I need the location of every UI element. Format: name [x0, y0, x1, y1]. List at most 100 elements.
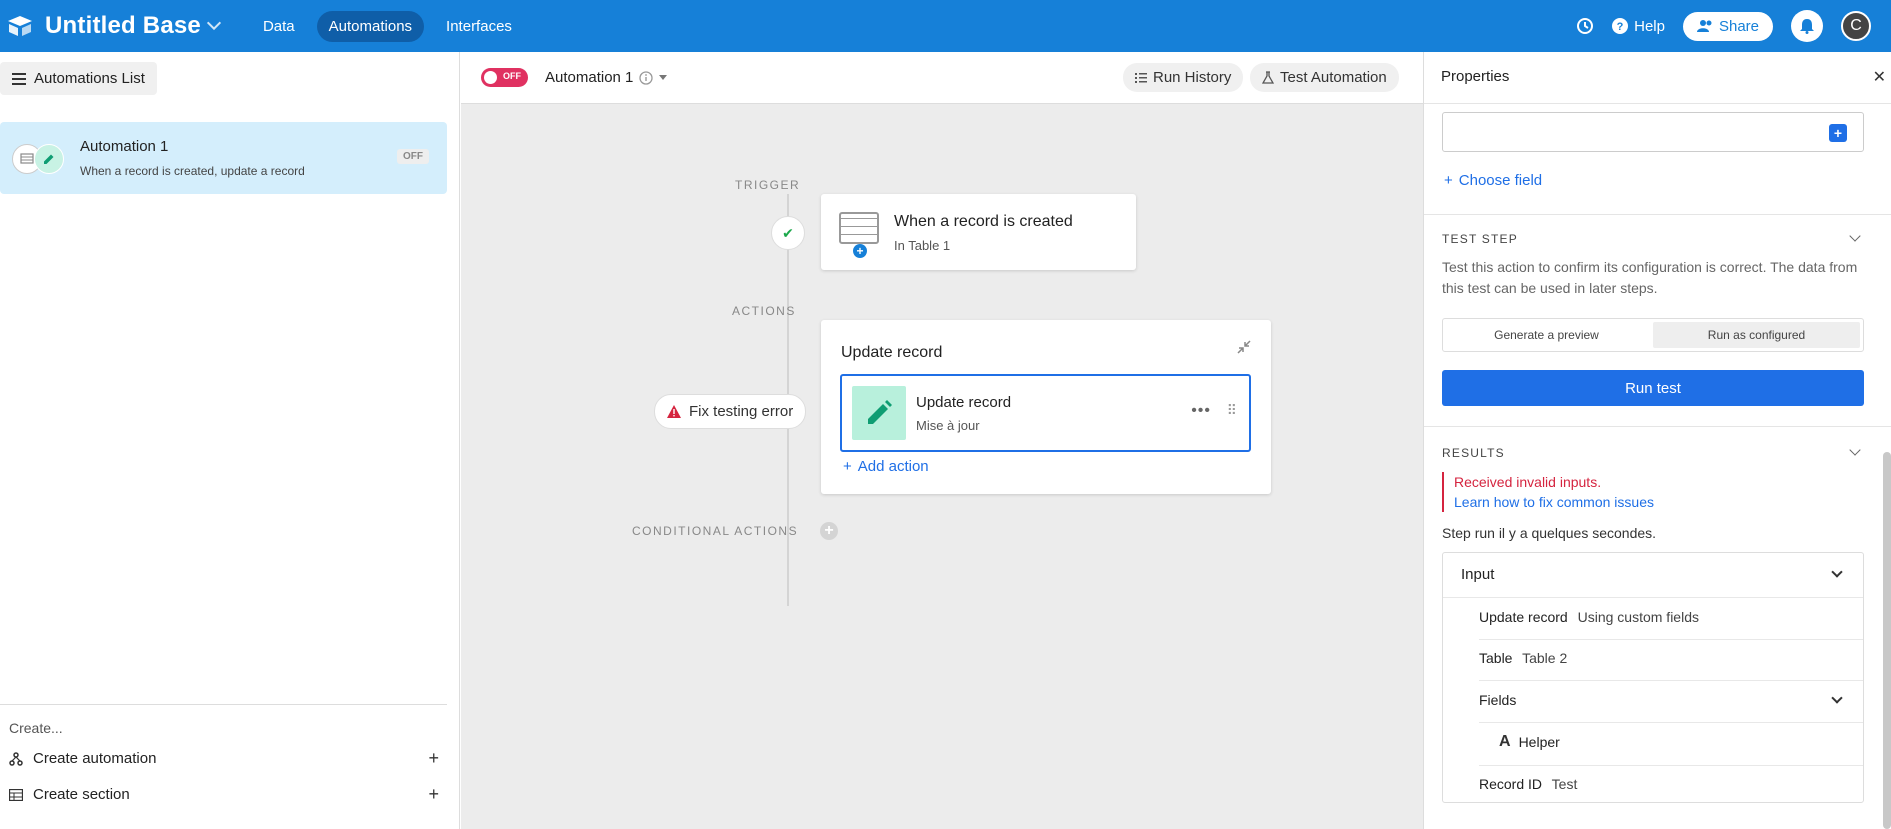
- create-section-label: Create section: [33, 786, 130, 803]
- divider: [1424, 426, 1891, 427]
- row-divider: [1443, 597, 1863, 598]
- table-icon: [839, 212, 879, 244]
- add-field-icon[interactable]: +: [1829, 124, 1847, 142]
- properties-title: Properties: [1441, 68, 1510, 85]
- chevron-down-icon[interactable]: [1831, 566, 1843, 578]
- flask-icon: [1262, 70, 1274, 84]
- properties-header: Properties ✕: [1424, 52, 1891, 104]
- share-button[interactable]: Share: [1682, 11, 1773, 41]
- input-row-update-record: Update record Using custom fields: [1479, 609, 1863, 625]
- create-label: Create...: [9, 720, 63, 736]
- top-bar: Untitled Base Data Automations Interface…: [0, 0, 1891, 52]
- automation-title[interactable]: Automation 1: [545, 69, 668, 86]
- automations-sidebar: Automations List Automation 1 When a rec…: [0, 52, 460, 829]
- test-step-heading: TEST STEP: [1442, 232, 1518, 246]
- input-row-table: Table Table 2: [1479, 650, 1863, 666]
- drag-handle-icon[interactable]: ⠿: [1227, 402, 1237, 419]
- collapse-icon[interactable]: [1237, 340, 1251, 357]
- run-test-button[interactable]: Run test: [1442, 370, 1864, 406]
- toggle-knob: [484, 71, 497, 84]
- error-text: Received invalid inputs.: [1454, 474, 1602, 490]
- sidebar-divider: [0, 704, 447, 705]
- chevron-down-icon[interactable]: [1849, 230, 1861, 242]
- share-label: Share: [1718, 17, 1759, 35]
- automation-header: OFF Automation 1 Run History Test Automa…: [461, 52, 1423, 104]
- close-icon[interactable]: ✕: [1873, 67, 1886, 87]
- row-key: Update record: [1479, 609, 1568, 625]
- help-label: Help: [1634, 17, 1665, 35]
- notifications-button[interactable]: [1791, 10, 1823, 42]
- add-conditional-icon[interactable]: +: [820, 522, 838, 540]
- svg-text:?: ?: [1617, 21, 1624, 33]
- automations-list-button[interactable]: Automations List: [0, 62, 157, 95]
- avatar[interactable]: C: [1841, 11, 1871, 41]
- error-block: Received invalid inputs. Learn how to fi…: [1442, 472, 1654, 512]
- results-heading: RESULTS: [1442, 446, 1505, 460]
- caret-down-icon: [659, 74, 668, 80]
- step-subtitle: Mise à jour: [916, 418, 980, 433]
- test-automation-button[interactable]: Test Automation: [1250, 63, 1399, 92]
- scrollbar[interactable]: [1883, 452, 1891, 829]
- row-divider: [1479, 765, 1863, 766]
- run-history-button[interactable]: Run History: [1123, 63, 1244, 92]
- input-section: Input Update record Using custom fields …: [1442, 552, 1864, 803]
- input-row-helper: A Helper: [1499, 733, 1883, 751]
- step-title: Update record: [916, 394, 1012, 411]
- create-automation-label: Create automation: [33, 750, 157, 767]
- row-value: Table 2: [1522, 650, 1568, 666]
- trigger-card[interactable]: + When a record is created In Table 1: [821, 194, 1136, 270]
- more-options-icon[interactable]: •••: [1191, 402, 1211, 420]
- input-heading[interactable]: Input: [1461, 566, 1494, 583]
- test-step-description: Test this action to confirm its configur…: [1442, 259, 1858, 296]
- create-section-button[interactable]: Create section +: [9, 784, 439, 805]
- add-action-button[interactable]: + Add action: [843, 458, 929, 475]
- pencil-icon: [852, 386, 906, 440]
- input-row-fields[interactable]: Fields: [1479, 692, 1863, 708]
- fix-testing-error-label: Fix testing error: [689, 403, 794, 420]
- create-automation-button[interactable]: Create automation +: [9, 748, 439, 769]
- chevron-down-icon[interactable]: [206, 15, 222, 31]
- row-key: Record ID: [1479, 776, 1543, 792]
- input-row-record-id: Record ID Test: [1479, 776, 1863, 792]
- choose-field-label: Choose field: [1458, 172, 1543, 189]
- generate-preview-option[interactable]: Generate a preview: [1443, 319, 1650, 351]
- text-field-icon: A: [1499, 733, 1511, 750]
- row-divider: [1479, 680, 1863, 681]
- run-as-configured-option[interactable]: Run as configured: [1653, 322, 1860, 348]
- action-group-card[interactable]: Update record Update record Mise à jour …: [821, 320, 1271, 494]
- info-icon: [639, 70, 654, 85]
- tab-automations[interactable]: Automations: [316, 10, 425, 42]
- grid-icon: [9, 788, 25, 801]
- row-value: Using custom fields: [1577, 609, 1699, 625]
- plus-circle-icon: +: [853, 244, 867, 258]
- toggle-label: OFF: [503, 71, 521, 81]
- help-button[interactable]: ? Help: [1612, 18, 1665, 35]
- field-input[interactable]: +: [1442, 112, 1864, 152]
- chevron-down-icon[interactable]: [1849, 444, 1861, 456]
- add-action-label: Add action: [857, 458, 929, 475]
- fix-testing-error-button[interactable]: Fix testing error: [654, 394, 807, 429]
- automation-name: Automation 1: [80, 138, 169, 155]
- row-key: Helper: [1518, 734, 1560, 750]
- help-icon: ?: [1612, 18, 1629, 34]
- row-value: Test: [1551, 776, 1578, 792]
- list-icon: [1135, 72, 1147, 83]
- history-icon[interactable]: [1576, 17, 1594, 35]
- error-help-link[interactable]: Learn how to fix common issues: [1454, 492, 1654, 512]
- automation-toggle[interactable]: OFF: [481, 68, 528, 87]
- tab-data[interactable]: Data: [251, 11, 307, 42]
- automation-description: When a record is created, update a recor…: [80, 164, 305, 178]
- automation-list-item[interactable]: Automation 1 When a record is created, u…: [0, 122, 447, 194]
- tab-interfaces[interactable]: Interfaces: [434, 11, 524, 42]
- airtable-logo-icon[interactable]: [5, 14, 35, 38]
- update-record-step[interactable]: Update record Mise à jour ••• ⠿: [840, 374, 1251, 452]
- plus-icon[interactable]: +: [428, 784, 439, 805]
- base-title[interactable]: Untitled Base: [45, 12, 201, 40]
- test-automation-label: Test Automation: [1280, 69, 1387, 86]
- plus-icon[interactable]: +: [428, 748, 439, 769]
- plus-icon: +: [843, 458, 852, 475]
- choose-field-button[interactable]: + Choose field: [1444, 172, 1542, 189]
- users-icon: [1696, 20, 1712, 32]
- run-time-text: Step run il y a quelques secondes.: [1442, 525, 1657, 541]
- bell-icon: [1800, 19, 1814, 34]
